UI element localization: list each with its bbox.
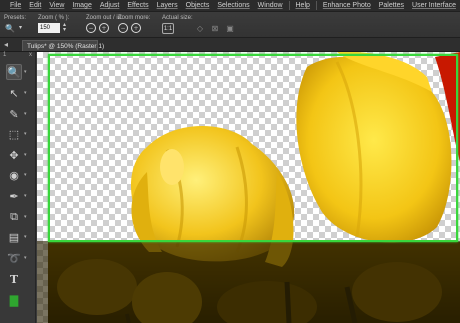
presets-group: Presets: 🔍 ▾ <box>4 15 26 34</box>
tool-flyout-icon[interactable]: ▾ <box>24 234 27 240</box>
clone-icon: ⧉ <box>10 210 18 223</box>
menu-item-window[interactable]: Window <box>254 2 287 9</box>
menu-item-enhance-photo[interactable]: Enhance Photo <box>319 2 375 9</box>
menu-separator <box>315 1 317 10</box>
selection-marquee[interactable] <box>48 54 458 242</box>
menu-item-effects[interactable]: Effects <box>123 2 152 9</box>
zoom-more-out-icon[interactable]: − <box>118 23 128 33</box>
red-eye-tool[interactable]: ◉ <box>6 167 22 183</box>
tab-document-label: Tulips* @ 150% (Raster 1) <box>27 42 105 50</box>
dropper-icon: ✎ <box>9 108 19 121</box>
red-eye-icon: ◉ <box>9 169 19 182</box>
zoom-tool[interactable]: 🔍 <box>6 64 22 80</box>
zoom-more-label: Zoom more: <box>118 15 151 21</box>
dropper-tool[interactable]: ✎ <box>6 106 22 122</box>
crop-icon: ⬚ <box>8 128 20 141</box>
zoom-spinner-icon[interactable]: ▴ ▾ <box>63 22 66 33</box>
crop-tool[interactable]: ⬚ <box>6 126 22 142</box>
menu-item-layers[interactable]: Layers <box>153 2 182 9</box>
tool-flyout-icon[interactable]: ▾ <box>24 172 27 178</box>
tool-flyout-icon[interactable]: ▾ <box>24 111 27 117</box>
menu-item-adjust[interactable]: Adjust <box>96 2 123 9</box>
retouch-tool[interactable]: ▤ <box>6 229 22 245</box>
tool-flyout-icon[interactable]: ▾ <box>24 90 27 96</box>
menu-item-palettes[interactable]: Palettes <box>375 2 408 9</box>
pick-tool[interactable]: ↖ <box>6 85 22 101</box>
text-tool[interactable]: T <box>6 271 22 287</box>
tool-flyout-icon[interactable]: ▾ <box>24 193 27 199</box>
tool-flyout-icon[interactable]: ▾ <box>24 152 27 158</box>
fit-image-icon[interactable]: ⊠ <box>209 23 221 34</box>
toolbar-header: 1 x <box>0 52 35 61</box>
tab-document[interactable]: Tulips* @ 150% (Raster 1) <box>22 40 104 51</box>
fit-screen-icon[interactable]: ▣ <box>224 23 236 34</box>
menu-item-user-interface[interactable]: User Interface <box>408 2 460 9</box>
image-canvas[interactable] <box>37 52 460 323</box>
pick-icon: ↖ <box>9 87 19 100</box>
zoom-percent-input[interactable]: 150 <box>38 23 60 33</box>
document-tab-bar: ◂ Tulips* @ 150% (Raster 1) <box>0 38 460 52</box>
retouch-icon: ▤ <box>8 231 20 244</box>
clone-tool[interactable]: ⧉ <box>6 209 22 225</box>
actual-size-label: Actual size: <box>162 15 193 21</box>
extra-tools-group: ◇ ⊠ ▣ <box>194 23 236 34</box>
menu-item-view[interactable]: View <box>45 2 68 9</box>
actual-size-group: Actual size: 1:1 <box>162 15 193 34</box>
zoom-percent-group: Zoom ( % ): 150 ▴ ▾ <box>38 15 69 33</box>
fill-tool[interactable]: ▇ <box>6 292 22 308</box>
brush-tool[interactable]: ✒ <box>6 188 22 204</box>
menu-bar: File Edit View Image Adjust Effects Layers Obje… <box>0 0 460 12</box>
tool-options-bar: Presets: 🔍 ▾ Zoom ( % ): 150 ▴ ▾ Zoom out… <box>0 12 460 38</box>
menu-item-image[interactable]: Image <box>68 2 95 9</box>
tool-flyout-icon[interactable]: ▾ <box>24 214 27 220</box>
zoom-percent-label: Zoom ( % ): <box>38 15 70 21</box>
tools-toolbar: 1 x 🔍 ▾ ↖ ▾ ✎ ▾ ⬚ ▾ ✥ ▾ ◉ ▾ ✒ ▾ ⧉ ▾ ▤ ▾ ➰ ▾ T ▇ <box>0 52 36 323</box>
zoom-out-icon[interactable]: − <box>86 23 96 33</box>
move-icon: ✥ <box>9 149 19 162</box>
chevron-down-icon[interactable]: ▾ <box>19 25 22 31</box>
lasso-tool[interactable]: ➰ <box>6 250 22 266</box>
tool-flyout-icon[interactable]: ▾ <box>24 131 27 137</box>
move-tool[interactable]: ✥ <box>6 147 22 163</box>
menu-item-edit[interactable]: Edit <box>25 2 45 9</box>
fit-window-icon[interactable]: ◇ <box>194 23 206 34</box>
menu-item-selections[interactable]: Selections <box>213 2 253 9</box>
toolbar-grip[interactable]: 1 <box>3 52 6 61</box>
presets-dropdown-icon[interactable]: 🔍 <box>4 23 16 34</box>
tool-flyout-icon[interactable]: ▾ <box>24 69 27 75</box>
brush-icon: ✒ <box>9 190 19 203</box>
menu-item-file[interactable]: File <box>6 2 25 9</box>
menu-item-objects[interactable]: Objects <box>182 2 214 9</box>
fill-icon: ▇ <box>9 294 19 307</box>
menu-separator <box>288 1 290 10</box>
tab-scroll-left-icon[interactable]: ◂ <box>4 40 8 49</box>
unselected-area-overlay <box>37 241 460 323</box>
zoom-icon: 🔍 <box>7 66 21 79</box>
actual-size-icon[interactable]: 1:1 <box>162 23 174 34</box>
presets-label: Presets: <box>4 15 27 21</box>
lasso-icon: ➰ <box>7 252 21 265</box>
toolbar-close-icon[interactable]: x <box>29 52 32 61</box>
tool-flyout-icon[interactable]: ▾ <box>24 255 27 261</box>
zoom-more-in-icon[interactable]: + <box>131 23 141 33</box>
zoom-in-icon[interactable]: + <box>99 23 109 33</box>
zoom-more-group: Zoom more: − + <box>118 15 150 33</box>
text-icon: T <box>9 272 19 286</box>
menu-item-help[interactable]: Help <box>292 2 314 9</box>
